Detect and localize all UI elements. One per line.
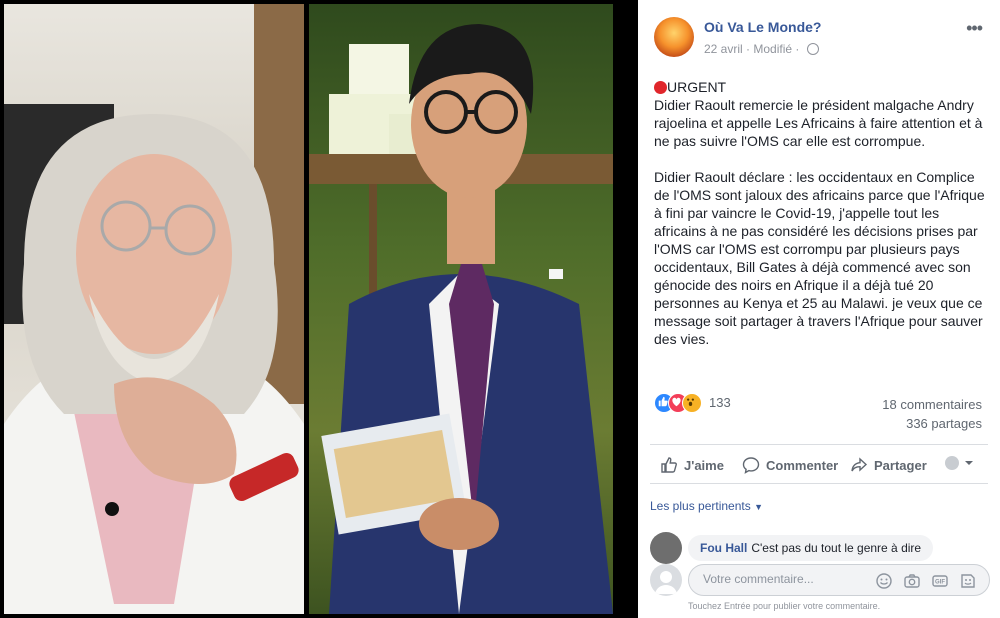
globe-icon bbox=[806, 43, 819, 55]
more-options-button[interactable]: ••• bbox=[966, 18, 983, 39]
comment-filter-dropdown[interactable]: Les plus pertinents ▼ bbox=[650, 499, 763, 513]
filter-label: Les plus pertinents bbox=[650, 499, 751, 513]
photo-panel-right bbox=[309, 4, 613, 614]
share-button[interactable]: Partager bbox=[850, 456, 927, 474]
divider bbox=[650, 444, 988, 445]
page-avatar[interactable] bbox=[654, 17, 694, 57]
like-button[interactable]: J'aime bbox=[660, 456, 724, 474]
thumbs-up-icon bbox=[661, 457, 677, 473]
post-paragraph-1: Didier Raoult remercie le président malg… bbox=[654, 97, 983, 149]
my-avatar bbox=[650, 564, 682, 596]
post-photo[interactable] bbox=[0, 0, 638, 618]
share-label: Partager bbox=[874, 457, 927, 473]
comment-input-box: GIF bbox=[688, 564, 990, 596]
page-name-link[interactable]: Où Va Le Monde? bbox=[704, 19, 821, 35]
emoji-icon[interactable] bbox=[875, 572, 893, 590]
photo-panel-left bbox=[4, 4, 304, 614]
input-hint: Touchez Entrée pour publier votre commen… bbox=[688, 601, 881, 611]
comment-author-link[interactable]: Fou Hall bbox=[700, 541, 747, 555]
camera-icon[interactable] bbox=[903, 572, 921, 590]
comment-bubble: Fou Hall C'est pas du tout le genre à dir… bbox=[688, 535, 934, 561]
portrait-illustration-left bbox=[4, 4, 304, 614]
comment-label: Commenter bbox=[766, 457, 839, 473]
sticker-icon[interactable] bbox=[959, 572, 977, 590]
divider bbox=[650, 483, 988, 484]
caret-down-icon: ▼ bbox=[754, 502, 763, 512]
comments-count-link[interactable]: 18 commentaires bbox=[882, 397, 982, 412]
post-date[interactable]: 22 avril bbox=[704, 42, 743, 56]
post-as-selector[interactable] bbox=[945, 456, 975, 470]
post-meta: 22 avril · Modifié · bbox=[704, 42, 819, 56]
speech-bubble-icon bbox=[742, 457, 760, 474]
comment-input[interactable] bbox=[701, 571, 865, 587]
red-circle-icon bbox=[654, 81, 667, 94]
commenter-avatar[interactable] bbox=[650, 532, 682, 564]
post-headline: URGENT bbox=[667, 79, 727, 95]
gif-icon[interactable]: GIF bbox=[931, 572, 949, 590]
facebook-post: Où Va Le Monde? 22 avril · Modifié · •••… bbox=[638, 0, 1000, 618]
comment-button[interactable]: Commenter bbox=[742, 456, 838, 474]
svg-text:GIF: GIF bbox=[935, 580, 945, 586]
like-label: J'aime bbox=[684, 457, 724, 473]
portrait-illustration-right bbox=[309, 24, 613, 614]
default-user-icon bbox=[655, 571, 677, 594]
profile-mini-avatar bbox=[945, 456, 959, 470]
shares-count-link[interactable]: 336 partages bbox=[906, 416, 982, 431]
post-paragraph-2: Didier Raoult déclare : les occidentaux … bbox=[654, 169, 985, 347]
edited-label[interactable]: Modifié bbox=[753, 42, 792, 56]
post-text: URGENT Didier Raoult remercie le préside… bbox=[654, 78, 990, 348]
share-arrow-icon bbox=[851, 457, 868, 472]
reactions-count: 133 bbox=[709, 395, 731, 410]
comment-text: C'est pas du tout le genre à dire bbox=[751, 541, 922, 555]
meta-separator: · bbox=[795, 42, 803, 56]
wow-icon bbox=[682, 393, 702, 413]
caret-down-icon bbox=[965, 461, 973, 465]
